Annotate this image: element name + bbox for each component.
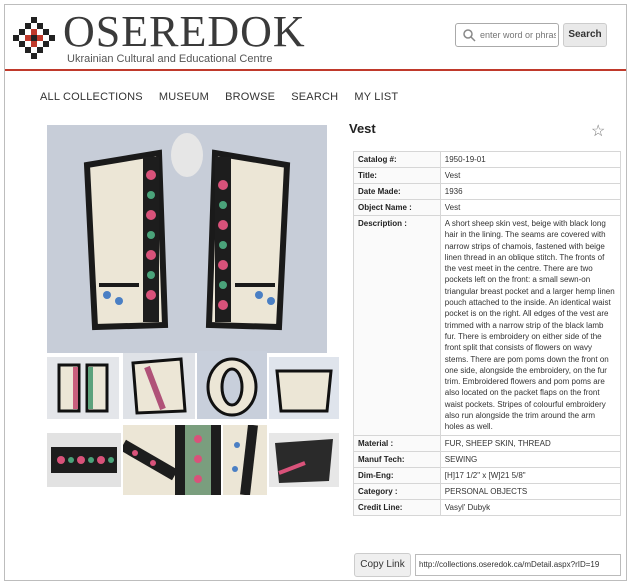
table-row: Date Made: 1936 (353, 183, 622, 200)
field-label: Material : (353, 434, 441, 452)
main-nav: ALL COLLECTIONS MUSEUM BROWSE SEARCH MY … (40, 91, 411, 103)
table-row: Manuf Tech: SEWING (353, 450, 622, 468)
copy-link-button[interactable]: Copy Link (354, 553, 411, 577)
table-row: Title: Vest (353, 167, 622, 184)
search-button[interactable]: Search (563, 23, 607, 47)
field-label: Title: (353, 167, 441, 184)
permalink-field[interactable]: http://collections.oseredok.ca/mDetail.a… (415, 554, 621, 576)
search-icon (463, 29, 476, 42)
thumbnail-image-3[interactable] (197, 351, 267, 419)
thumbnail-image-9[interactable] (269, 433, 339, 487)
thumbnail-image-1[interactable] (47, 357, 119, 419)
nav-all-collections[interactable]: ALL COLLECTIONS (40, 91, 143, 103)
field-value: PERSONAL OBJECTS (439, 482, 622, 500)
embroidery-logo-icon (13, 17, 55, 59)
site-header: OSEREDOK Ukrainian Cultural and Educatio… (5, 5, 626, 71)
table-row: Dim-Eng: [H]17 1/2" x [W]21 5/8" (353, 466, 622, 484)
field-value: Vest (439, 167, 622, 184)
field-label: Category : (353, 482, 441, 500)
thumbnail-image-5[interactable] (47, 433, 121, 487)
field-label: Date Made: (353, 183, 441, 200)
site-logo-title[interactable]: OSEREDOK (63, 9, 306, 55)
search-input[interactable] (480, 27, 556, 43)
search-box (455, 23, 559, 47)
field-label: Catalog #: (353, 151, 441, 168)
main-object-image[interactable] (47, 125, 327, 353)
nav-museum[interactable]: MUSEUM (159, 91, 209, 103)
field-value: [H]17 1/2" x [W]21 5/8" (439, 466, 622, 484)
field-value: 1936 (439, 183, 622, 200)
thumbnail-image-8[interactable] (223, 425, 267, 495)
nav-my-list[interactable]: MY LIST (354, 91, 398, 103)
table-row: Credit Line: Vasyl' Dubyk (353, 498, 622, 516)
thumbnail-image-4[interactable] (269, 357, 339, 419)
page-frame: OSEREDOK Ukrainian Cultural and Educatio… (4, 4, 627, 581)
field-value: Vasyl' Dubyk (439, 498, 622, 516)
field-value: 1950-19-01 (439, 151, 622, 168)
table-row: Material : FUR, SHEEP SKIN, THREAD (353, 434, 622, 452)
nav-search[interactable]: SEARCH (291, 91, 338, 103)
star-icon[interactable]: ☆ (591, 121, 605, 141)
field-value: Vest (439, 199, 622, 216)
field-value: SEWING (439, 450, 622, 468)
table-row: Category : PERSONAL OBJECTS (353, 482, 622, 500)
description-value: A short sheep skin vest, beige with blac… (439, 215, 622, 436)
field-label: Dim-Eng: (353, 466, 441, 484)
table-row: Description :A short sheep skin vest, be… (353, 215, 622, 436)
thumbnail-image-6[interactable] (123, 425, 175, 495)
field-value: FUR, SHEEP SKIN, THREAD (439, 434, 622, 452)
field-label: Description : (353, 215, 441, 436)
field-label: Credit Line: (353, 498, 441, 516)
field-label: Object Name : (353, 199, 441, 216)
object-details-table: Catalog #: 1950-19-01 Title: Vest Date Mad… (353, 151, 622, 516)
table-row: Catalog #: 1950-19-01 (353, 151, 622, 168)
table-row: Object Name : Vest (353, 199, 622, 216)
thumbnail-image-7[interactable] (175, 425, 221, 495)
object-title: Vest (349, 121, 376, 136)
site-logo-subtitle: Ukrainian Cultural and Educational Centr… (67, 53, 273, 65)
field-label: Manuf Tech: (353, 450, 441, 468)
thumbnail-image-2[interactable] (123, 353, 195, 419)
nav-browse[interactable]: BROWSE (225, 91, 275, 103)
